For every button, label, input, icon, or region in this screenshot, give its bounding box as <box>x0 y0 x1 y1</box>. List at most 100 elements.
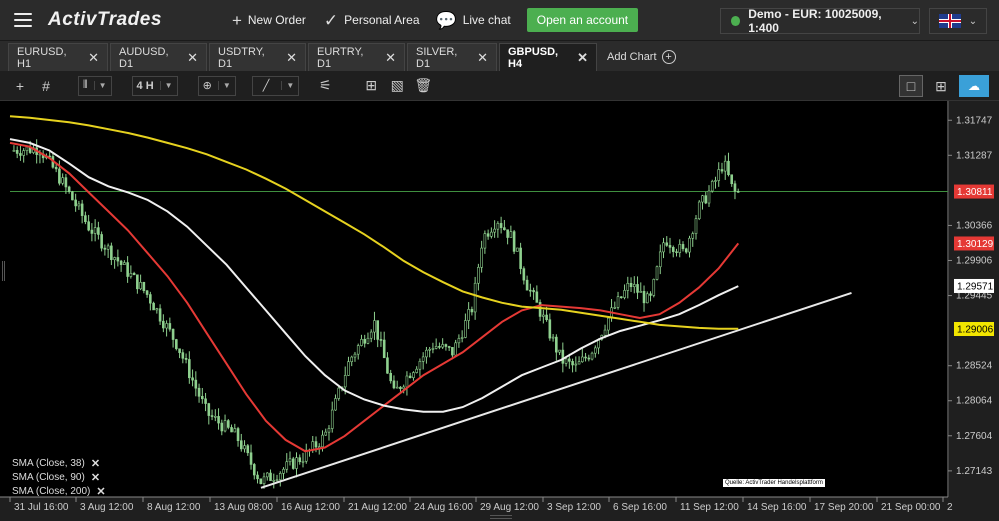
x-tick-label: 11 Sep 12:00 <box>680 502 739 513</box>
candle-body <box>603 329 607 336</box>
x-tick-label: 31 Jul 16:00 <box>14 502 69 513</box>
candle-body <box>194 379 198 389</box>
candle-body <box>470 309 474 313</box>
candle-body <box>671 247 675 252</box>
close-icon[interactable]: ✕ <box>385 50 396 66</box>
check-icon: ✓ <box>323 10 339 30</box>
candle-body <box>503 227 506 231</box>
open-account-button[interactable]: Open an account <box>526 8 639 32</box>
candle-body <box>363 338 367 344</box>
candle-body <box>291 458 295 469</box>
plus-circle-icon: + <box>661 50 676 64</box>
activtrades-logo: ActivTrades <box>48 9 162 30</box>
layout-icon[interactable]: ⊞ <box>361 76 381 96</box>
candle-body <box>727 160 730 176</box>
resize-handle[interactable] <box>2 261 5 281</box>
candle-body <box>321 434 324 448</box>
candle-body <box>581 356 584 363</box>
candle-body <box>457 338 461 344</box>
fibonacci-icon[interactable]: ⚟ <box>315 76 335 96</box>
candle-body <box>54 166 58 170</box>
time-scroll-handle[interactable] <box>490 515 512 519</box>
candle-body <box>402 386 405 390</box>
live-chat-button[interactable]: 💬 Live chat <box>436 12 511 29</box>
tab-audusd-d1[interactable]: AUDUSD, D1 ✕ <box>110 43 207 71</box>
candle-body <box>249 452 253 465</box>
candle-body <box>649 293 652 296</box>
candle-body <box>162 320 165 329</box>
candle-body <box>392 380 396 389</box>
menu-icon[interactable] <box>14 13 32 27</box>
candle-body <box>525 279 529 291</box>
close-icon[interactable]: ✕ <box>91 471 100 485</box>
personal-area-button[interactable]: ✓ Personal Area <box>324 12 420 29</box>
candle-body <box>181 352 185 359</box>
tab-gbpusd-h4[interactable]: GBPUSD, H4 ✕ <box>499 43 597 71</box>
account-selector[interactable]: Demo - EUR: 10025009, 1:400 ⌄ <box>720 7 920 35</box>
close-icon[interactable]: ✕ <box>187 50 198 66</box>
candle-body <box>701 195 704 203</box>
x-tick-label: 3 Sep 12:00 <box>547 502 601 513</box>
close-icon[interactable]: ✕ <box>577 50 588 66</box>
close-icon[interactable]: ✕ <box>88 50 99 66</box>
candle-body <box>441 344 444 348</box>
candle-body <box>425 349 428 358</box>
chart-area[interactable]: 1.31747 1.31287 1.30366 1.29906 1.29445 1.285… <box>0 101 999 521</box>
candle-body <box>723 160 727 172</box>
chart-type-dropdown[interactable]: ⫴ ▼ <box>78 75 112 96</box>
close-icon[interactable]: ✕ <box>96 485 105 499</box>
candle-body <box>607 317 610 331</box>
candle-body <box>493 228 496 233</box>
candle-body <box>376 320 380 340</box>
candle-body <box>415 368 418 373</box>
candle-body <box>532 290 535 293</box>
timeframe-dropdown[interactable]: 4 H ▼ <box>131 75 178 96</box>
candle-body <box>285 461 289 470</box>
close-icon[interactable]: ✕ <box>286 50 297 66</box>
drawing-tools-dropdown[interactable]: ╱ ▼ <box>251 75 300 96</box>
x-tick-label: 13 Aug 08:00 <box>214 502 273 513</box>
tab-eurtry-d1[interactable]: EURTRY, D1 ✕ <box>308 43 405 71</box>
y-tick-label: 1.30366 <box>956 220 993 231</box>
candle-body <box>545 314 548 320</box>
candle-body <box>126 262 129 277</box>
add-chart-button[interactable]: Add Chart + <box>599 43 676 71</box>
crosshair-icon[interactable]: + <box>10 76 30 96</box>
x-tick-label: 14 Sep 16:00 <box>747 502 807 513</box>
language-selector[interactable]: ⌄ <box>929 8 987 34</box>
close-icon[interactable]: ✕ <box>477 50 488 66</box>
chat-icon: 💬 <box>435 10 457 30</box>
candle-body <box>22 150 25 156</box>
candle-body <box>67 186 71 193</box>
template-icon[interactable]: ▧ <box>387 76 407 96</box>
multi-chart-icon[interactable]: ⊞ <box>929 75 953 97</box>
candle-body <box>421 356 425 362</box>
indicators-dropdown[interactable]: ⊕ ▼ <box>197 75 236 96</box>
tab-eurusd-h1[interactable]: EURUSD, H1 ✕ <box>8 43 108 71</box>
tab-usdtry-d1[interactable]: USDTRY, D1 ✕ <box>209 43 306 71</box>
trash-icon[interactable]: 🗑 <box>413 76 433 96</box>
candle-body <box>632 284 636 288</box>
candle-body <box>337 387 341 399</box>
candle-body <box>123 262 126 265</box>
tab-silver-d1[interactable]: SILVER, D1 ✕ <box>407 43 497 71</box>
candle-body <box>197 387 201 397</box>
legend-item-sma38: SMA (Close, 38) ✕ <box>12 457 101 471</box>
candle-body <box>171 328 175 340</box>
candle-body <box>168 323 172 330</box>
candle-body <box>152 302 155 311</box>
new-order-button[interactable]: + New Order <box>232 12 306 29</box>
candle-body <box>418 361 422 370</box>
close-icon[interactable]: ✕ <box>91 457 100 471</box>
candle-body <box>697 201 701 220</box>
candle-body <box>447 346 451 348</box>
candle-body <box>191 377 194 381</box>
source-note: Quelle: ActivTrader Handelsplattform <box>723 479 825 487</box>
single-chart-icon[interactable]: □ <box>899 75 923 97</box>
price-chart[interactable]: 1.317471.312871.303661.299061.294451.285… <box>0 101 999 521</box>
indicator-legend: SMA (Close, 38) ✕ SMA (Close, 90) ✕ SMA (C… <box>12 457 106 499</box>
grid-icon[interactable]: # <box>36 76 56 96</box>
cloud-icon[interactable]: ☁ <box>959 75 989 97</box>
y-tick-label: 1.31287 <box>956 150 993 161</box>
candle-body <box>298 457 302 463</box>
